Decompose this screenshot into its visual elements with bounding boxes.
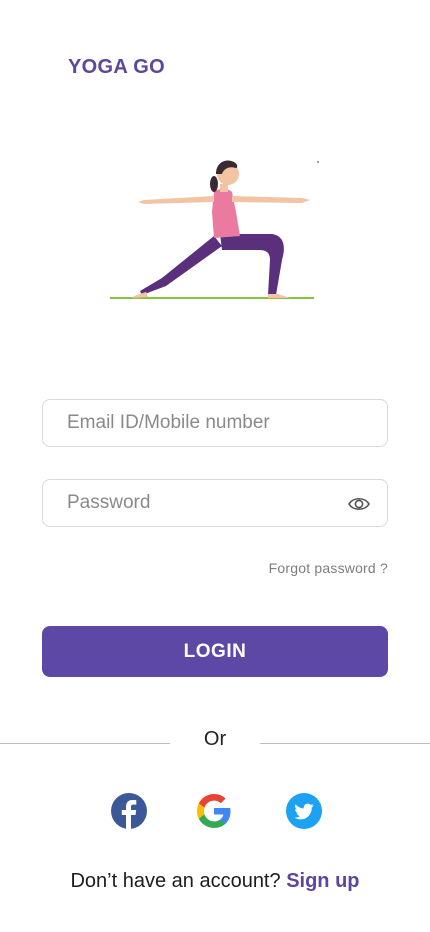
signup-prompt: Don’t have an account? [70,870,281,892]
email-field-wrapper [42,399,388,447]
facebook-icon[interactable] [111,793,147,829]
app-brand: YOGA GO [68,56,165,78]
twitter-icon[interactable] [286,793,322,829]
signup-row: Don’t have an account? Sign up [0,870,430,893]
divider-line-right [260,743,430,744]
eye-icon[interactable] [347,493,371,515]
signup-link[interactable]: Sign up [286,870,359,892]
email-input[interactable] [43,400,387,446]
password-field-wrapper [42,479,388,527]
password-input[interactable] [43,480,387,526]
yoga-illustration [110,160,319,299]
divider-line-left [0,743,170,744]
google-icon[interactable] [196,793,232,829]
divider-or-label: Or [203,728,227,750]
forgot-password-link[interactable]: Forgot password ? [269,560,388,576]
login-button[interactable]: LOGIN [42,626,388,677]
